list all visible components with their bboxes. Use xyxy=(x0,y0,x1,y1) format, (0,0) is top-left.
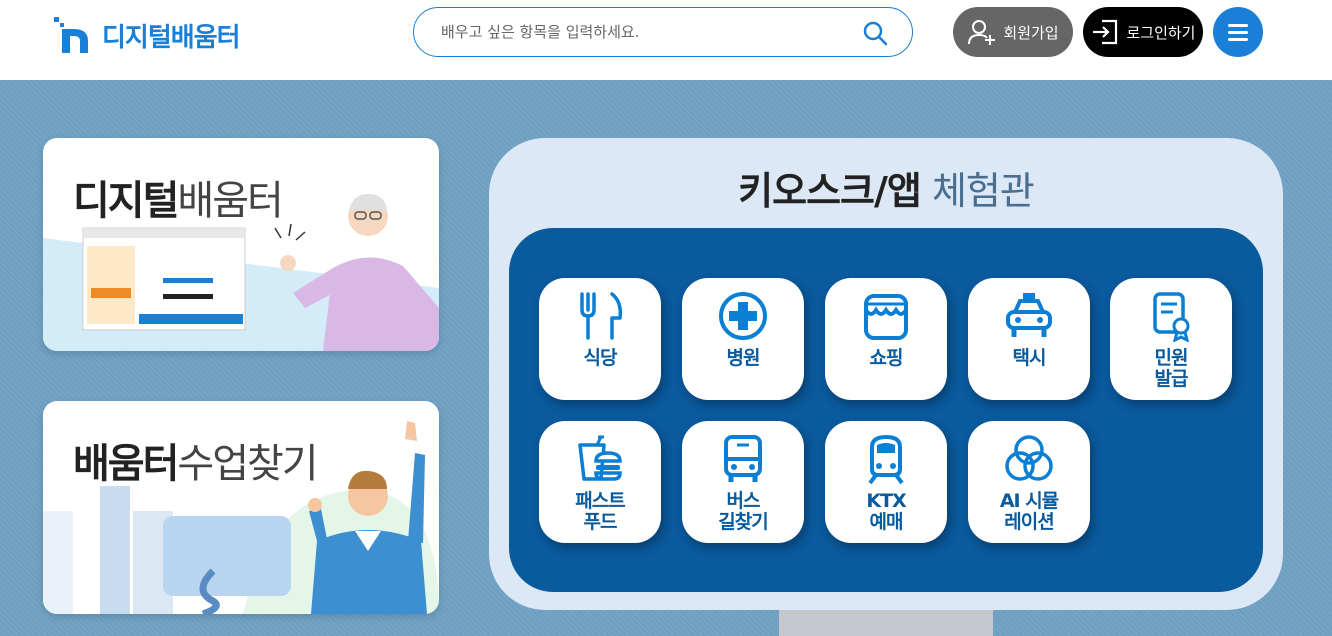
tile-fastfood[interactable]: 패스트 푸드 xyxy=(539,421,661,543)
kiosk-title: 키오스크/앱 체험관 xyxy=(738,169,1035,213)
tile-taxi[interactable]: 택시 xyxy=(968,278,1090,400)
tile-label: 쇼핑 xyxy=(869,347,904,369)
hospital-cross-icon xyxy=(719,292,767,340)
logo-icon xyxy=(54,17,88,53)
taxi-icon xyxy=(1006,293,1052,337)
site-logo[interactable]: 디지털배움터 xyxy=(52,14,241,56)
card-title: 배움터수업찾기 xyxy=(73,441,319,487)
class-search-card[interactable]: 배움터수업찾기 xyxy=(43,401,439,614)
user-add-icon xyxy=(968,20,996,45)
signup-label: 회원가입 xyxy=(1003,23,1059,42)
site-header: 디지털배움터 회원가입 로그인하기 xyxy=(0,0,1332,80)
kiosk-panel: 키오스크/앱 체험관 식당 병원 쇼핑 택시 민원 발급 패스트 푸드 버스 길… xyxy=(489,138,1283,610)
menu-button[interactable] xyxy=(1213,7,1263,57)
tile-label: AI 시뮬 레이션 xyxy=(999,490,1059,533)
hamburger-icon xyxy=(1228,20,1248,45)
tile-label: 민원 발급 xyxy=(1154,347,1189,390)
certificate-icon xyxy=(1153,292,1190,343)
tile-restaurant[interactable]: 식당 xyxy=(539,278,661,400)
login-icon xyxy=(1093,19,1118,45)
tile-hospital[interactable]: 병원 xyxy=(682,278,804,400)
tile-label: 식당 xyxy=(583,347,618,369)
logo-text: 디지털배움터 xyxy=(102,22,241,53)
train-icon xyxy=(868,434,904,485)
tile-label: 병원 xyxy=(726,347,761,369)
kiosk-stand xyxy=(779,610,993,636)
tile-label: KTX 예매 xyxy=(866,490,906,533)
tile-ai-simulation[interactable]: AI 시뮬 레이션 xyxy=(968,421,1090,543)
tile-label: 버스 길찾기 xyxy=(718,490,768,533)
search-icon[interactable] xyxy=(862,20,888,46)
fastfood-icon xyxy=(578,435,622,481)
login-button[interactable]: 로그인하기 xyxy=(1083,7,1203,57)
card-title: 디지털배움터 xyxy=(73,178,284,224)
digital-baeumteo-card[interactable]: 디지털배움터 xyxy=(43,138,439,351)
kiosk-screen: 식당 병원 쇼핑 택시 민원 발급 패스트 푸드 버스 길찾기 KTX 예매 A… xyxy=(509,228,1263,592)
tile-label: 패스트 푸드 xyxy=(575,490,625,533)
tile-shopping[interactable]: 쇼핑 xyxy=(825,278,947,400)
utensils-icon xyxy=(580,292,623,340)
tile-ktx-booking[interactable]: KTX 예매 xyxy=(825,421,947,543)
ai-circles-icon xyxy=(1005,435,1053,481)
login-label: 로그인하기 xyxy=(1126,23,1196,42)
tile-label: 택시 xyxy=(1012,347,1047,369)
signup-button[interactable]: 회원가입 xyxy=(953,7,1073,57)
bus-icon xyxy=(724,435,762,482)
shop-icon xyxy=(864,294,908,340)
search-input[interactable] xyxy=(441,23,841,41)
search-bar xyxy=(413,7,913,57)
tile-civil-document[interactable]: 민원 발급 xyxy=(1110,278,1232,400)
tile-bus-route[interactable]: 버스 길찾기 xyxy=(682,421,804,543)
